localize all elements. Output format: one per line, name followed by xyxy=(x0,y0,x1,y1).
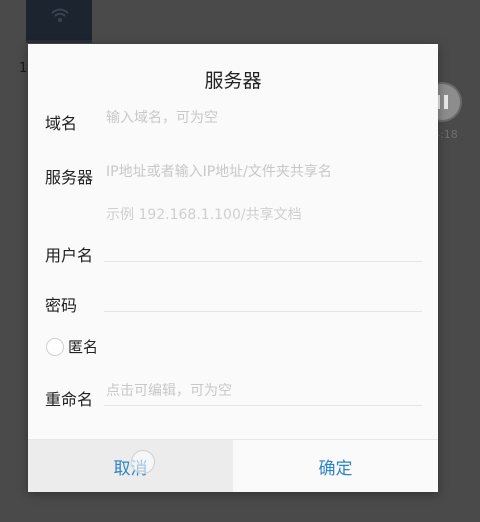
rename-input[interactable] xyxy=(104,377,422,406)
background-number: 1 xyxy=(19,61,28,76)
cancel-button[interactable]: 取消 xyxy=(28,440,233,492)
dialog-title: 服务器 xyxy=(204,70,262,92)
server-example-hint: 示例 192.168.1.100/共享文档 xyxy=(106,207,302,223)
background-wifi-tile xyxy=(26,0,92,43)
server-input[interactable] xyxy=(104,158,422,186)
server-dialog: 服务器 域名 服务器 示例 192.168.1.100/共享文档 用户名 密码 … xyxy=(28,44,438,492)
server-label: 服务器 xyxy=(45,168,94,187)
touch-indicator xyxy=(131,450,155,474)
username-label: 用户名 xyxy=(45,246,94,265)
password-label: 密码 xyxy=(45,296,78,315)
password-input[interactable] xyxy=(104,283,422,312)
ok-button[interactable]: 确定 xyxy=(233,440,438,492)
anonymous-label: 匿名 xyxy=(68,338,99,356)
anonymous-option[interactable]: 匿名 xyxy=(46,336,98,357)
rename-label: 重命名 xyxy=(45,390,94,409)
domain-label: 域名 xyxy=(45,114,78,133)
wifi-icon xyxy=(51,8,69,22)
dialog-button-bar: 取消 确定 xyxy=(28,439,438,492)
anonymous-radio[interactable] xyxy=(46,337,64,356)
username-input[interactable] xyxy=(104,233,422,262)
domain-input[interactable] xyxy=(104,104,422,132)
ok-button-label: 确定 xyxy=(318,458,353,479)
